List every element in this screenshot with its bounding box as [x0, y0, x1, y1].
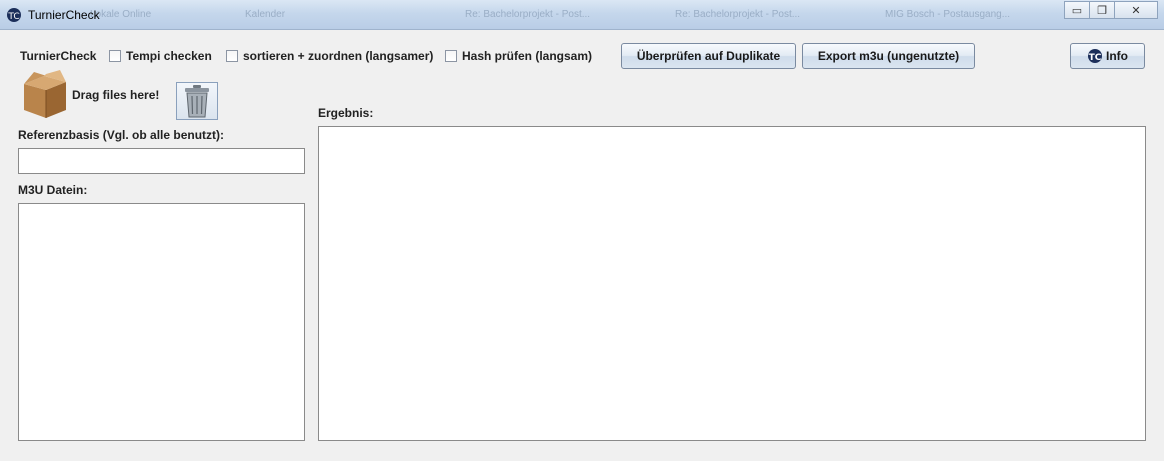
- hash-check-checkbox[interactable]: Hash prüfen (langsam): [445, 49, 592, 63]
- maximize-button[interactable]: ❐: [1089, 1, 1115, 19]
- svg-text:TC: TC: [7, 12, 19, 22]
- checkbox-label: Hash prüfen (langsam): [462, 49, 593, 63]
- close-icon: ✕: [1131, 4, 1141, 17]
- export-m3u-button[interactable]: Export m3u (ungenutzte): [802, 43, 975, 69]
- trash-can-icon: [185, 85, 209, 118]
- minimize-icon: ▭: [1071, 4, 1083, 17]
- info-button[interactable]: TC Info: [1070, 43, 1145, 69]
- app-label: TurnierCheck: [20, 49, 97, 63]
- svg-text:TC: TC: [1089, 53, 1102, 63]
- window-titlebar: Lokale Online Kalender Re: Bachelorproje…: [0, 0, 1164, 30]
- check-duplicates-button[interactable]: Überprüfen auf Duplikate: [621, 43, 796, 69]
- checkbox-label: Tempi checken: [126, 49, 212, 63]
- app-logo-icon: TC: [7, 8, 21, 22]
- cardboard-box-icon[interactable]: [20, 68, 68, 120]
- background-tab: Re: Bachelorprojekt - Post...: [465, 9, 591, 20]
- reference-input[interactable]: [18, 148, 305, 174]
- tempi-checkbox[interactable]: Tempi checken: [109, 49, 212, 63]
- drag-files-label: Drag files here!: [72, 88, 160, 102]
- trash-button[interactable]: [176, 82, 218, 120]
- sort-assign-checkbox[interactable]: sortieren + zuordnen (langsamer): [226, 49, 433, 63]
- background-tab: Kalender: [245, 9, 286, 20]
- info-button-label: Info: [1106, 49, 1128, 63]
- window-title: TurnierCheck: [28, 8, 100, 22]
- checkbox-box[interactable]: [226, 50, 238, 62]
- reference-label: Referenzbasis (Vgl. ob alle benutzt):: [18, 128, 225, 142]
- app-logo-icon: TC: [1088, 49, 1102, 63]
- checkbox-box[interactable]: [109, 50, 121, 62]
- result-area[interactable]: [318, 126, 1146, 441]
- background-tab: MIG Bosch - Postausgang...: [885, 9, 1011, 20]
- m3u-label: M3U Datein:: [18, 183, 88, 197]
- minimize-button[interactable]: ▭: [1064, 1, 1090, 19]
- close-button[interactable]: ✕: [1114, 1, 1158, 19]
- background-tab: Re: Bachelorprojekt - Post...: [675, 9, 801, 20]
- checkbox-label: sortieren + zuordnen (langsamer): [243, 49, 434, 63]
- restore-icon: ❐: [1097, 4, 1107, 17]
- checkbox-box[interactable]: [445, 50, 457, 62]
- window-controls: ▭ ❐ ✕: [1064, 1, 1158, 19]
- result-label: Ergebnis:: [318, 106, 374, 120]
- m3u-file-list[interactable]: [18, 203, 305, 441]
